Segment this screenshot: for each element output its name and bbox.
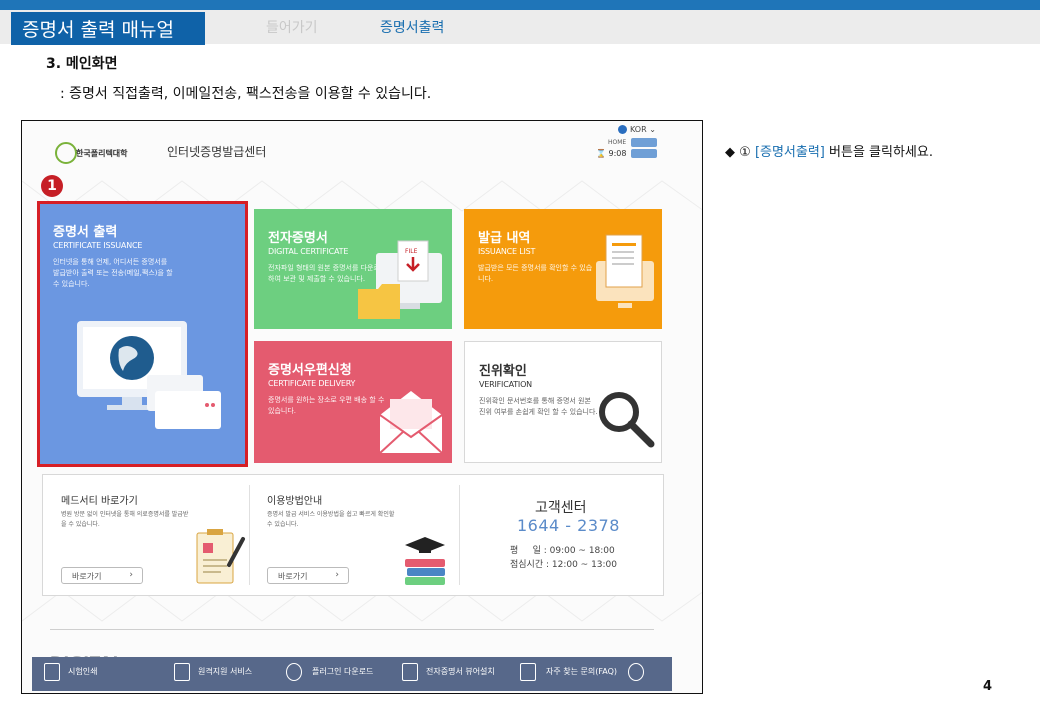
search-document-icon: [520, 663, 536, 681]
verification-tile[interactable]: 진위확인 VERIFICATION 진위확인 문서번호를 통해 증명서 원본 진…: [464, 341, 662, 463]
document-monitor-icon: [596, 234, 654, 308]
usage-guide-title: 이용방법안내: [267, 496, 323, 507]
nav-intro[interactable]: 들어가기: [266, 17, 318, 37]
digital-cert-subtitle: DIGITAL CERTIFICATE: [268, 247, 349, 256]
postal-request-subtitle: CERTIFICATE DELIVERY: [268, 379, 356, 388]
bottom-nav-plugin-download[interactable]: 플러그인 다운로드: [312, 666, 373, 677]
bottom-nav-test-print[interactable]: 시험인쇄: [68, 666, 97, 677]
user-icon: [628, 663, 644, 681]
medicerti-go-label: 바로가기: [72, 572, 102, 581]
manual-title: 증명서 출력 매뉴얼: [11, 12, 205, 45]
verification-title: 진위확인: [479, 364, 527, 379]
main-page-screenshot: 한국폴리텍대학 인터넷증명발급센터 KOR ⌄ HOME ⌛ 9:08 1 증명…: [21, 120, 703, 694]
footer-separator: [50, 629, 654, 630]
usage-guide-go-label: 바로가기: [278, 572, 308, 581]
issuance-history-desc: 발급받은 모든 증명서를 확인할 수 있습니다.: [478, 264, 593, 283]
digital-cert-tile[interactable]: 전자증명서 DIGITAL CERTIFICATE 전자파일 형태의 원본 증명…: [254, 209, 452, 329]
home-icon: [44, 663, 60, 681]
step-badge: 1: [41, 175, 63, 197]
bottom-info-box: 메드서티 바로가기 병원 방문 없이 인터넷을 통해 의료증명서를 발급받을 수…: [42, 474, 664, 596]
medicerti-go-button[interactable]: 바로가기 ›: [61, 567, 143, 584]
college-logo-icon: [55, 142, 77, 164]
signal-icon: [286, 663, 302, 681]
globe-icon: [618, 125, 627, 134]
chevron-right-icon: ›: [335, 570, 339, 580]
customer-center-title: 고객센터: [535, 500, 587, 516]
medicerti-desc: 병원 방문 없이 인터넷을 통해 의료증명서를 발급받을 수 있습니다.: [61, 511, 189, 528]
instruction-suffix: 버튼을 클릭하세요.: [829, 145, 933, 160]
envelope-icon: [379, 391, 443, 454]
extend-pill[interactable]: [631, 149, 657, 158]
postal-request-title: 증명서우편신청: [268, 363, 352, 378]
verification-subtitle: VERIFICATION: [479, 380, 532, 389]
issuance-history-tile[interactable]: 발급 내역 ISSUANCE LIST 발급받은 모든 증명서를 확인할 수 있…: [464, 209, 662, 329]
medicerti-title: 메드서티 바로가기: [61, 496, 138, 507]
language-label: KOR: [630, 125, 647, 134]
usage-guide-desc: 증명서 발급 서비스 이용방법을 쉽고 빠르게 확인할 수 있습니다.: [267, 511, 395, 528]
login-pill[interactable]: [631, 138, 657, 147]
highlight-frame: [37, 201, 248, 467]
customer-center-lunch-hours: 점심시간 : 12:00 ~ 13:00: [510, 560, 618, 570]
bottom-nav-viewer-install[interactable]: 전자증명서 뷰어설치: [426, 666, 495, 677]
usage-guide-go-button[interactable]: 바로가기 ›: [267, 567, 349, 584]
section-title: 3. 메인화면: [46, 56, 118, 72]
instruction-text: ◆ ① [증명서출력] 버튼을 클릭하세요.: [725, 141, 933, 160]
divider-1: [249, 485, 250, 585]
divider-2: [459, 485, 460, 585]
bottom-nav-faq[interactable]: 자주 찾는 문의(FAQ): [546, 666, 617, 677]
books-graduation-icon: [405, 537, 445, 585]
bottom-navigation-bar: 시험인쇄 원격지원 서비스 플러그인 다운로드 전자증명서 뷰어설치 자주 찾는…: [32, 657, 672, 691]
bottom-nav-remote-support[interactable]: 원격지원 서비스: [198, 666, 252, 677]
college-logo-text: 한국폴리텍대학: [76, 149, 128, 158]
section-description: : 증명서 직접출력, 이메일전송, 팩스전송을 이용할 수 있습니다.: [60, 86, 432, 102]
customer-center-weekday-hours: 평 일 : 09:00 ~ 18:00: [510, 546, 615, 556]
document-icon: [174, 663, 190, 681]
chevron-right-icon: ›: [129, 570, 133, 580]
file-download-icon: FILE: [358, 240, 442, 319]
postal-request-desc: 증명서를 원하는 장소로 우편 배송 할 수 있습니다.: [268, 396, 385, 415]
issuance-history-subtitle: ISSUANCE LIST: [478, 247, 536, 256]
svg-text:FILE: FILE: [405, 248, 418, 255]
center-name: 인터넷증명발급센터: [167, 145, 267, 159]
top-accent-strip: [0, 0, 1040, 10]
home-label[interactable]: HOME: [608, 139, 626, 146]
magnifier-icon: [599, 392, 655, 448]
customer-center-phone: 1644 - 2378: [517, 516, 620, 535]
digital-cert-title: 전자증명서: [268, 231, 328, 246]
language-selector[interactable]: KOR ⌄: [618, 125, 656, 134]
nav-cert-print[interactable]: 증명서출력: [380, 17, 444, 37]
download-tray-icon: [402, 663, 418, 681]
instruction-highlight: [증명서출력]: [754, 145, 825, 160]
page-number: 4: [983, 679, 993, 694]
verification-desc: 진위확인 문서번호를 통해 증명서 원본 진위 여부를 손쉽게 확인 할 수 있…: [479, 397, 598, 416]
clipboard-pen-icon: [196, 529, 245, 584]
instruction-prefix: ◆ ①: [725, 145, 751, 160]
session-clock: ⌛ 9:08: [596, 149, 627, 158]
issuance-history-title: 발급 내역: [478, 231, 531, 246]
postal-request-tile[interactable]: 증명서우편신청 CERTIFICATE DELIVERY 증명서를 원하는 장소…: [254, 341, 452, 463]
clock-time: 9:08: [608, 149, 627, 158]
